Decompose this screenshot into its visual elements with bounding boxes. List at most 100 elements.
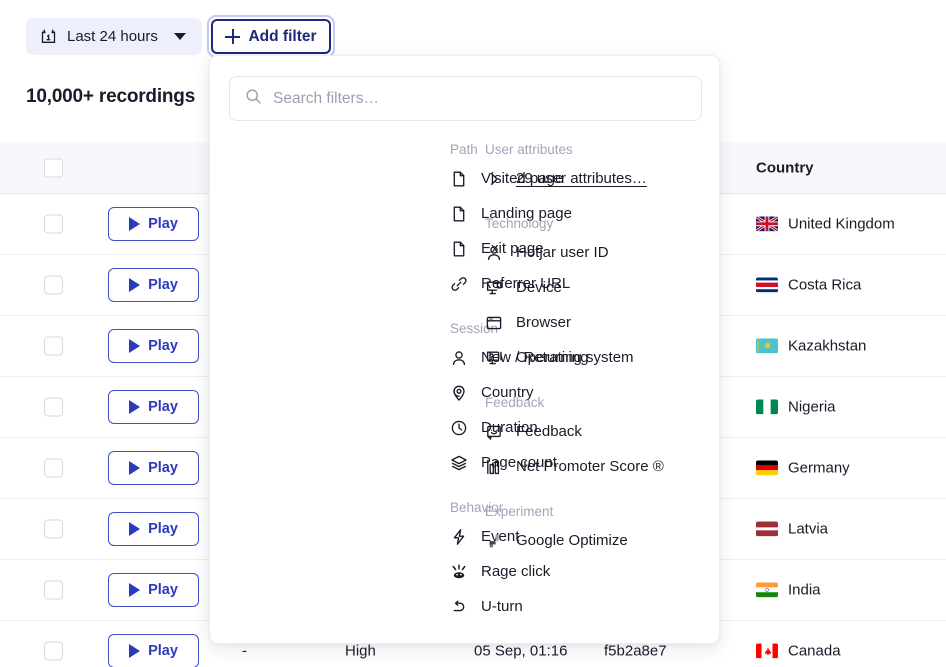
filter-item-u-turn[interactable]: U-turn xyxy=(450,589,680,624)
play-button[interactable]: Play xyxy=(108,329,199,363)
row-checkbox-wrap[interactable] xyxy=(44,397,63,417)
user-icon xyxy=(485,244,503,262)
row-checkbox-wrap[interactable] xyxy=(44,458,63,478)
play-icon xyxy=(129,339,141,353)
row-checkbox[interactable] xyxy=(44,580,63,600)
flag-icon xyxy=(756,643,778,659)
search-filters-input[interactable] xyxy=(273,89,686,108)
filter-item-operating-system[interactable]: Operating system xyxy=(485,340,715,375)
country-name: India xyxy=(788,581,821,599)
filter-item-label: Rage click xyxy=(481,563,551,580)
play-button[interactable]: Play xyxy=(108,512,199,546)
filter-item-feedback[interactable]: Feedback xyxy=(485,414,715,449)
play-icon xyxy=(129,278,141,292)
filter-column-right: User attributes 29 user attributes… Techno… xyxy=(485,142,715,558)
flag-icon xyxy=(756,277,778,293)
row-checkbox[interactable] xyxy=(44,519,63,539)
country-name: Nigeria xyxy=(788,398,836,416)
lightning-icon xyxy=(450,528,468,546)
row-checkbox[interactable] xyxy=(44,214,63,234)
flag-icon xyxy=(756,582,778,598)
date-range-selector[interactable]: Last 24 hours xyxy=(26,18,202,55)
row-checkbox-wrap[interactable] xyxy=(44,214,63,234)
play-button[interactable]: Play xyxy=(108,268,199,302)
row-cell-country: Canada xyxy=(756,643,841,660)
flag-icon xyxy=(756,521,778,537)
country-name: Kazakhstan xyxy=(788,337,867,355)
user-icon xyxy=(450,349,468,367)
play-button[interactable]: Play xyxy=(108,390,199,424)
play-icon xyxy=(129,583,141,597)
filter-item-rage-click[interactable]: Rage click xyxy=(450,554,680,589)
filter-item-label: Operating system xyxy=(516,349,634,366)
row-checkbox-wrap[interactable] xyxy=(44,275,63,295)
filter-item-browser[interactable]: Browser xyxy=(485,305,715,340)
column-header-country: Country xyxy=(756,159,814,176)
filter-group-title-feedback: Feedback xyxy=(485,395,545,410)
row-checkbox[interactable] xyxy=(44,458,63,478)
play-button[interactable]: Play xyxy=(108,451,199,485)
document-icon xyxy=(450,205,468,223)
filter-item-device[interactable]: Device xyxy=(485,270,715,305)
map-pin-icon xyxy=(450,384,468,402)
clock-icon xyxy=(450,419,468,437)
filter-item-label: Feedback xyxy=(516,423,582,440)
filter-item-label: Browser xyxy=(516,314,572,331)
filter-item-29-user-attributes[interactable]: 29 user attributes… xyxy=(485,161,715,196)
play-icon xyxy=(129,461,141,475)
play-button-label: Play xyxy=(148,582,178,598)
play-icon xyxy=(129,400,141,414)
play-button-label: Play xyxy=(148,643,178,659)
recordings-count: 10,000+ recordings xyxy=(26,86,196,107)
add-filter-focus-ring: Add filter xyxy=(207,15,335,58)
flag-icon xyxy=(756,338,778,354)
row-checkbox[interactable] xyxy=(44,641,63,661)
row-checkbox-wrap[interactable] xyxy=(44,519,63,539)
chevron-down-icon xyxy=(173,33,186,40)
google-optimize-icon xyxy=(485,532,503,550)
filter-item-google-optimize[interactable]: Google Optimize xyxy=(485,523,715,558)
select-all-checkbox-wrap[interactable] xyxy=(44,158,63,177)
smiley-box-icon xyxy=(485,423,503,441)
search-filters-box[interactable] xyxy=(229,76,702,121)
row-cell-country: Kazakhstan xyxy=(756,338,866,355)
layers-icon xyxy=(450,454,468,472)
play-button-label: Play xyxy=(148,277,178,293)
play-button-label: Play xyxy=(148,399,178,415)
add-filter-label: Add filter xyxy=(248,27,317,45)
row-checkbox-wrap[interactable] xyxy=(44,641,63,661)
row-checkbox[interactable] xyxy=(44,275,63,295)
play-icon xyxy=(129,522,141,536)
filter-item-hotjar-user-id[interactable]: Hotjar user ID xyxy=(485,235,715,270)
link-icon xyxy=(450,275,468,293)
add-filter-button[interactable]: Add filter xyxy=(211,19,331,54)
play-button[interactable]: Play xyxy=(108,207,199,241)
country-name: Germany xyxy=(788,459,850,477)
play-icon xyxy=(129,217,141,231)
app-root: Country Play United Kingdom Play Costa R… xyxy=(0,0,946,667)
row-checkbox[interactable] xyxy=(44,336,63,356)
flag-icon xyxy=(756,460,778,476)
row-checkbox-wrap[interactable] xyxy=(44,580,63,600)
row-checkbox-wrap[interactable] xyxy=(44,336,63,356)
filter-item-label: Hotjar user ID xyxy=(516,244,609,261)
country-name: United Kingdom xyxy=(788,215,895,233)
select-all-checkbox[interactable] xyxy=(44,158,63,177)
search-icon xyxy=(245,88,262,110)
filter-item-label[interactable]: 29 user attributes… xyxy=(516,170,647,187)
country-name: Latvia xyxy=(788,520,829,538)
row-cell-country: India xyxy=(756,582,821,599)
row-cell-country: Nigeria xyxy=(756,399,836,416)
flag-icon xyxy=(756,216,778,232)
play-button[interactable]: Play xyxy=(108,634,199,667)
filter-item-net-promoter-score[interactable]: Net Promoter Score ® xyxy=(485,449,715,484)
row-checkbox[interactable] xyxy=(44,397,63,417)
play-icon xyxy=(129,644,141,658)
row-cell-relevance: High xyxy=(345,642,376,660)
plus-icon xyxy=(225,29,241,44)
row-cell-country: Germany xyxy=(756,460,850,477)
play-button[interactable]: Play xyxy=(108,573,199,607)
filter-item-label: Device xyxy=(516,279,562,296)
